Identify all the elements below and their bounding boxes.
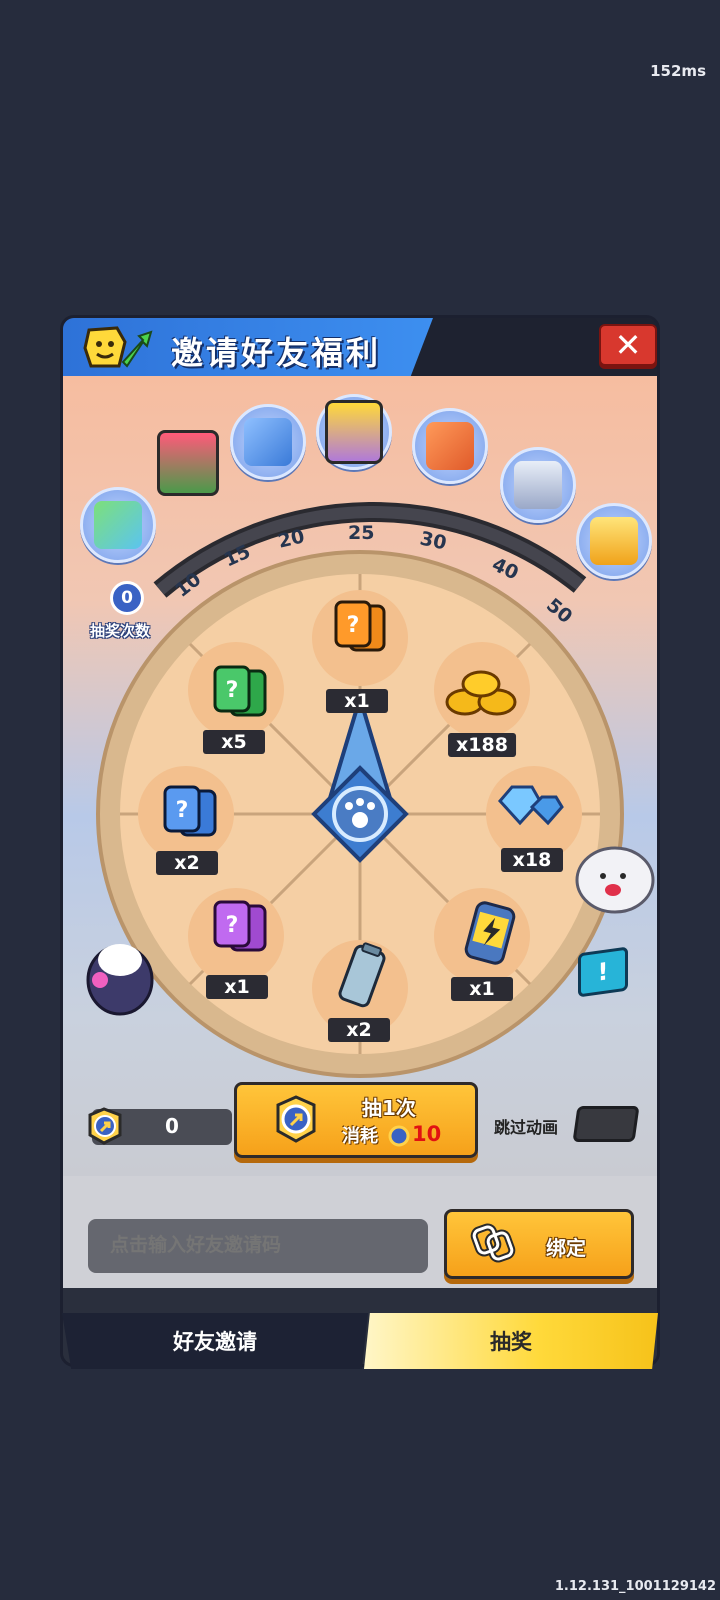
- prize-qty-energy-battery: x1: [451, 977, 513, 1001]
- milestone-reward-20[interactable]: [230, 404, 306, 480]
- tab-lottery-label: 抽奖: [490, 1330, 532, 1354]
- hero-portrait-icon: [157, 430, 219, 496]
- milestone-reward-25[interactable]: [316, 394, 392, 470]
- svg-text:?: ?: [226, 678, 239, 703]
- hero-portrait-icon: [325, 400, 383, 464]
- tab-lottery[interactable]: 抽奖: [364, 1313, 658, 1369]
- prize-qty-orange-card: x1: [326, 689, 388, 713]
- exclamation-icon: !: [597, 957, 609, 987]
- version-label: 1.12.131_1001129142: [554, 1579, 716, 1594]
- prize-qty-gold-coins: x188: [448, 733, 516, 757]
- tab-friend-invite[interactable]: 好友邀请: [62, 1313, 368, 1369]
- prize-qty-green-card: x5: [203, 730, 265, 754]
- prize-qty-purple-card: x1: [206, 975, 268, 999]
- skip-animation-toggle[interactable]: [572, 1106, 640, 1142]
- draw-cost-label: 消耗: [342, 1126, 378, 1147]
- bind-button-label: 绑定: [546, 1236, 586, 1260]
- ghost-mascot-icon: [575, 846, 655, 914]
- invite-token-icon: [88, 1107, 122, 1145]
- info-button[interactable]: !: [578, 946, 628, 998]
- prize-qty-blue-card: x2: [156, 851, 218, 875]
- token-count: 0: [165, 1114, 179, 1138]
- svg-text:?: ?: [226, 913, 239, 938]
- purple-mystery-card-icon: ?: [213, 900, 267, 952]
- green-mystery-card-icon: ?: [213, 665, 267, 717]
- prize-qty-silver-battery: x2: [328, 1018, 390, 1042]
- draw-count-badge: 0: [110, 581, 144, 615]
- invite-token-icon: [388, 1125, 410, 1147]
- chain-link-icon: [470, 1223, 516, 1263]
- invite-token-icon: [276, 1095, 316, 1143]
- blue-diamonds-icon: [497, 785, 564, 826]
- blue-mystery-card-icon: ?: [163, 785, 217, 837]
- silver-battery-icon: [338, 942, 386, 1008]
- skip-animation-label: 跳过动画: [494, 1118, 559, 1137]
- milestone-reward-30[interactable]: [412, 408, 488, 484]
- gold-coins-icon: [445, 670, 517, 716]
- prize-qty-diamonds: x18: [501, 848, 563, 872]
- character-card-icon: [94, 501, 142, 549]
- map-tile-icon: [426, 422, 474, 470]
- energy-battery-icon: [464, 901, 516, 965]
- milestone-reward-40[interactable]: [500, 447, 576, 523]
- draw-button-title: 抽1次: [362, 1096, 416, 1120]
- gold-chest-icon: [590, 517, 638, 565]
- penguin-mascot-icon: [86, 944, 154, 1016]
- milestone-reward-10[interactable]: [80, 487, 156, 563]
- paw-chest-icon: [244, 418, 292, 466]
- silver-chest-icon: [514, 461, 562, 509]
- milestone-label-25: 25: [348, 522, 375, 544]
- milestone-reward-15[interactable]: [150, 425, 226, 501]
- invite-code-input[interactable]: [88, 1219, 428, 1273]
- draw-cost-value: 10: [412, 1122, 442, 1146]
- svg-text:?: ?: [347, 613, 360, 638]
- tab-friend-invite-label: 好友邀请: [173, 1330, 257, 1354]
- svg-text:?: ?: [176, 798, 189, 823]
- draw-count-label: 抽奖次数: [90, 622, 151, 640]
- orange-mystery-card-icon: ?: [334, 600, 386, 652]
- milestone-reward-50[interactable]: [576, 503, 652, 579]
